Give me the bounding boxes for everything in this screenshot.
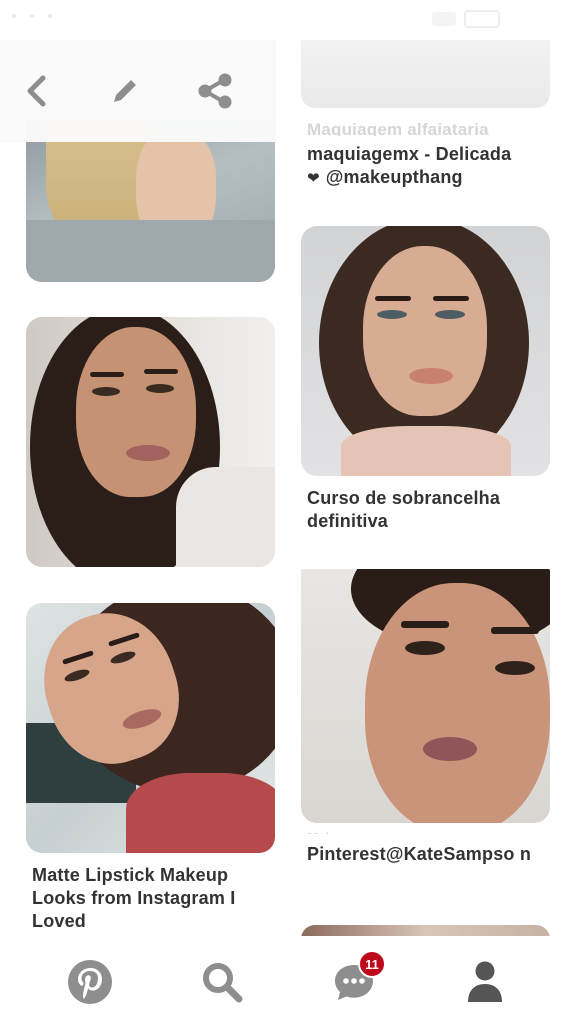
pin-caption[interactable]: Pinterest@KateSampso n <box>307 843 536 866</box>
pinterest-logo-icon <box>68 960 112 1004</box>
person-icon <box>468 961 502 1002</box>
pin-caption[interactable]: Curso de sobrancelha definitiva <box>307 487 547 533</box>
tab-profile[interactable] <box>457 954 513 1010</box>
bottom-tab-bar <box>0 936 576 1024</box>
signal-icon <box>432 12 456 26</box>
heart-icon: ❤ <box>307 170 320 187</box>
pin-caption[interactable]: Matte Lipstick Makeup Looks from Instagr… <box>32 864 267 933</box>
pin-image-selfie-red-sweater[interactable] <box>26 603 275 853</box>
pin-action-bar <box>0 40 276 142</box>
pin-image-brunette-straight-hair[interactable] <box>301 226 550 476</box>
tab-search[interactable] <box>194 954 250 1010</box>
edit-button[interactable] <box>102 68 148 114</box>
chevron-left-icon <box>27 75 46 107</box>
share-icon <box>198 73 232 109</box>
pin-image-top-right[interactable] <box>301 40 550 108</box>
pencil-icon <box>114 80 136 102</box>
pin-faded-caption: Makeup <box>307 826 557 834</box>
pin-caption[interactable]: maquiagemx - Delicada ❤ @makeupthang <box>307 143 557 190</box>
pin-image-blonde[interactable] <box>26 120 275 282</box>
pin-caption-credit: ❤ @makeupthang <box>307 166 557 190</box>
pin-caption-handle: @makeupthang <box>325 167 463 187</box>
pin-image-smoky-eye[interactable] <box>301 569 550 823</box>
share-button[interactable] <box>192 68 238 114</box>
back-button[interactable] <box>13 68 59 114</box>
battery-icon <box>464 10 500 28</box>
pin-caption-line: maquiagemx - Delicada <box>307 144 512 164</box>
pin-image-brunette-long-hair[interactable] <box>26 317 275 567</box>
search-icon <box>203 963 243 1003</box>
status-bar <box>0 0 576 40</box>
messages-badge: 11 <box>358 950 386 978</box>
status-indicators <box>12 14 52 18</box>
pin-faded-caption: Maquiagem alfaiataria <box>307 120 489 136</box>
tab-home[interactable] <box>62 954 118 1010</box>
